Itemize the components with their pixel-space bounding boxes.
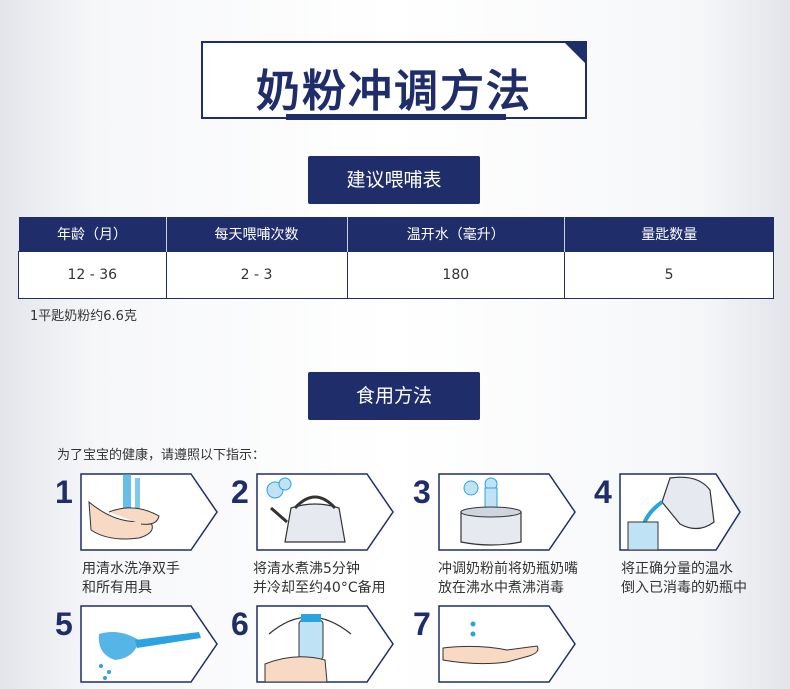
intro-text: 为了宝宝的健康，请遵照以下指示： — [57, 448, 266, 463]
step-number: 1 — [55, 474, 73, 510]
step-caption: 将正确分量的温水 倒入已消毒的奶瓶中 — [621, 560, 747, 598]
step-caption-line2: 和所有用具 — [82, 580, 152, 596]
scoop-note: 1平匙奶粉约6.6克 — [30, 309, 137, 324]
cell-scoops: 5 — [564, 251, 774, 299]
step-7: 7 — [413, 604, 583, 686]
cell-age: 12 - 36 — [18, 251, 167, 299]
step-5: 5 — [55, 604, 225, 686]
step-number: 6 — [231, 606, 249, 642]
feeding-table: 年龄（月） 每天喂哺次数 温开水（毫升） 量匙数量 12 - 36 2 - 3 … — [18, 217, 774, 299]
step-caption: 将清水煮沸5分钟 并冷却至约40°C备用 — [253, 560, 386, 598]
usage-section-label: 食用方法 — [308, 372, 480, 420]
step-1: 1 用清水洗净双手 和所有用具 — [55, 472, 225, 596]
step-number: 3 — [413, 474, 431, 510]
page-title: 奶粉冲调方法 — [256, 66, 532, 117]
wrist-test-icon — [438, 605, 576, 683]
step-4: 4 将正确分量的温水 倒入已消毒的奶瓶中 — [594, 472, 764, 596]
header-scoops: 量匙数量 — [564, 217, 774, 252]
table-header-row: 年龄（月） 每天喂哺次数 温开水（毫升） 量匙数量 — [18, 217, 774, 252]
step-number: 4 — [594, 474, 612, 510]
header-feeds-per-day: 每天喂哺次数 — [166, 217, 348, 252]
cell-feeds-per-day: 2 - 3 — [165, 251, 348, 299]
table-row: 12 - 36 2 - 3 180 5 — [18, 251, 774, 299]
hand-wash-icon — [80, 473, 218, 551]
cell-water-ml: 180 — [346, 251, 566, 299]
step-caption-line2: 放在沸水中煮沸消毒 — [438, 580, 564, 596]
step-6: 6 — [231, 604, 401, 686]
step-caption-line1: 将清水煮沸5分钟 — [253, 561, 360, 577]
scoop-powder-icon — [80, 605, 218, 683]
header-age: 年龄（月） — [18, 217, 167, 252]
step-caption: 冲调奶粉前将奶瓶奶嘴 放在沸水中煮沸消毒 — [438, 560, 578, 598]
step-caption-line1: 将正确分量的温水 — [621, 561, 733, 577]
title-underline — [286, 114, 506, 120]
step-3: 3 冲调奶粉前将奶瓶奶嘴 放在沸水中煮沸消毒 — [413, 472, 583, 596]
pour-water-icon — [619, 473, 741, 551]
title-box: 奶粉冲调方法 — [201, 41, 587, 119]
step-caption-line1: 用清水洗净双手 — [82, 561, 180, 577]
step-number: 5 — [55, 606, 73, 642]
shake-bottle-icon — [256, 605, 394, 683]
step-number: 7 — [413, 606, 431, 642]
step-caption-line2: 倒入已消毒的奶瓶中 — [621, 580, 747, 596]
header-water-ml: 温开水（毫升） — [347, 217, 566, 252]
step-2: 2 将清水煮沸5分钟 并冷却至约40°C备用 — [231, 472, 401, 596]
step-number: 2 — [231, 474, 249, 510]
step-caption-line1: 冲调奶粉前将奶瓶奶嘴 — [438, 561, 578, 577]
step-caption-line2: 并冷却至约40°C备用 — [253, 580, 386, 596]
step-caption: 用清水洗净双手 和所有用具 — [82, 560, 180, 598]
pot-boil-icon — [438, 473, 576, 551]
feeding-section-label: 建议喂哺表 — [308, 156, 480, 204]
kettle-icon — [256, 473, 394, 551]
